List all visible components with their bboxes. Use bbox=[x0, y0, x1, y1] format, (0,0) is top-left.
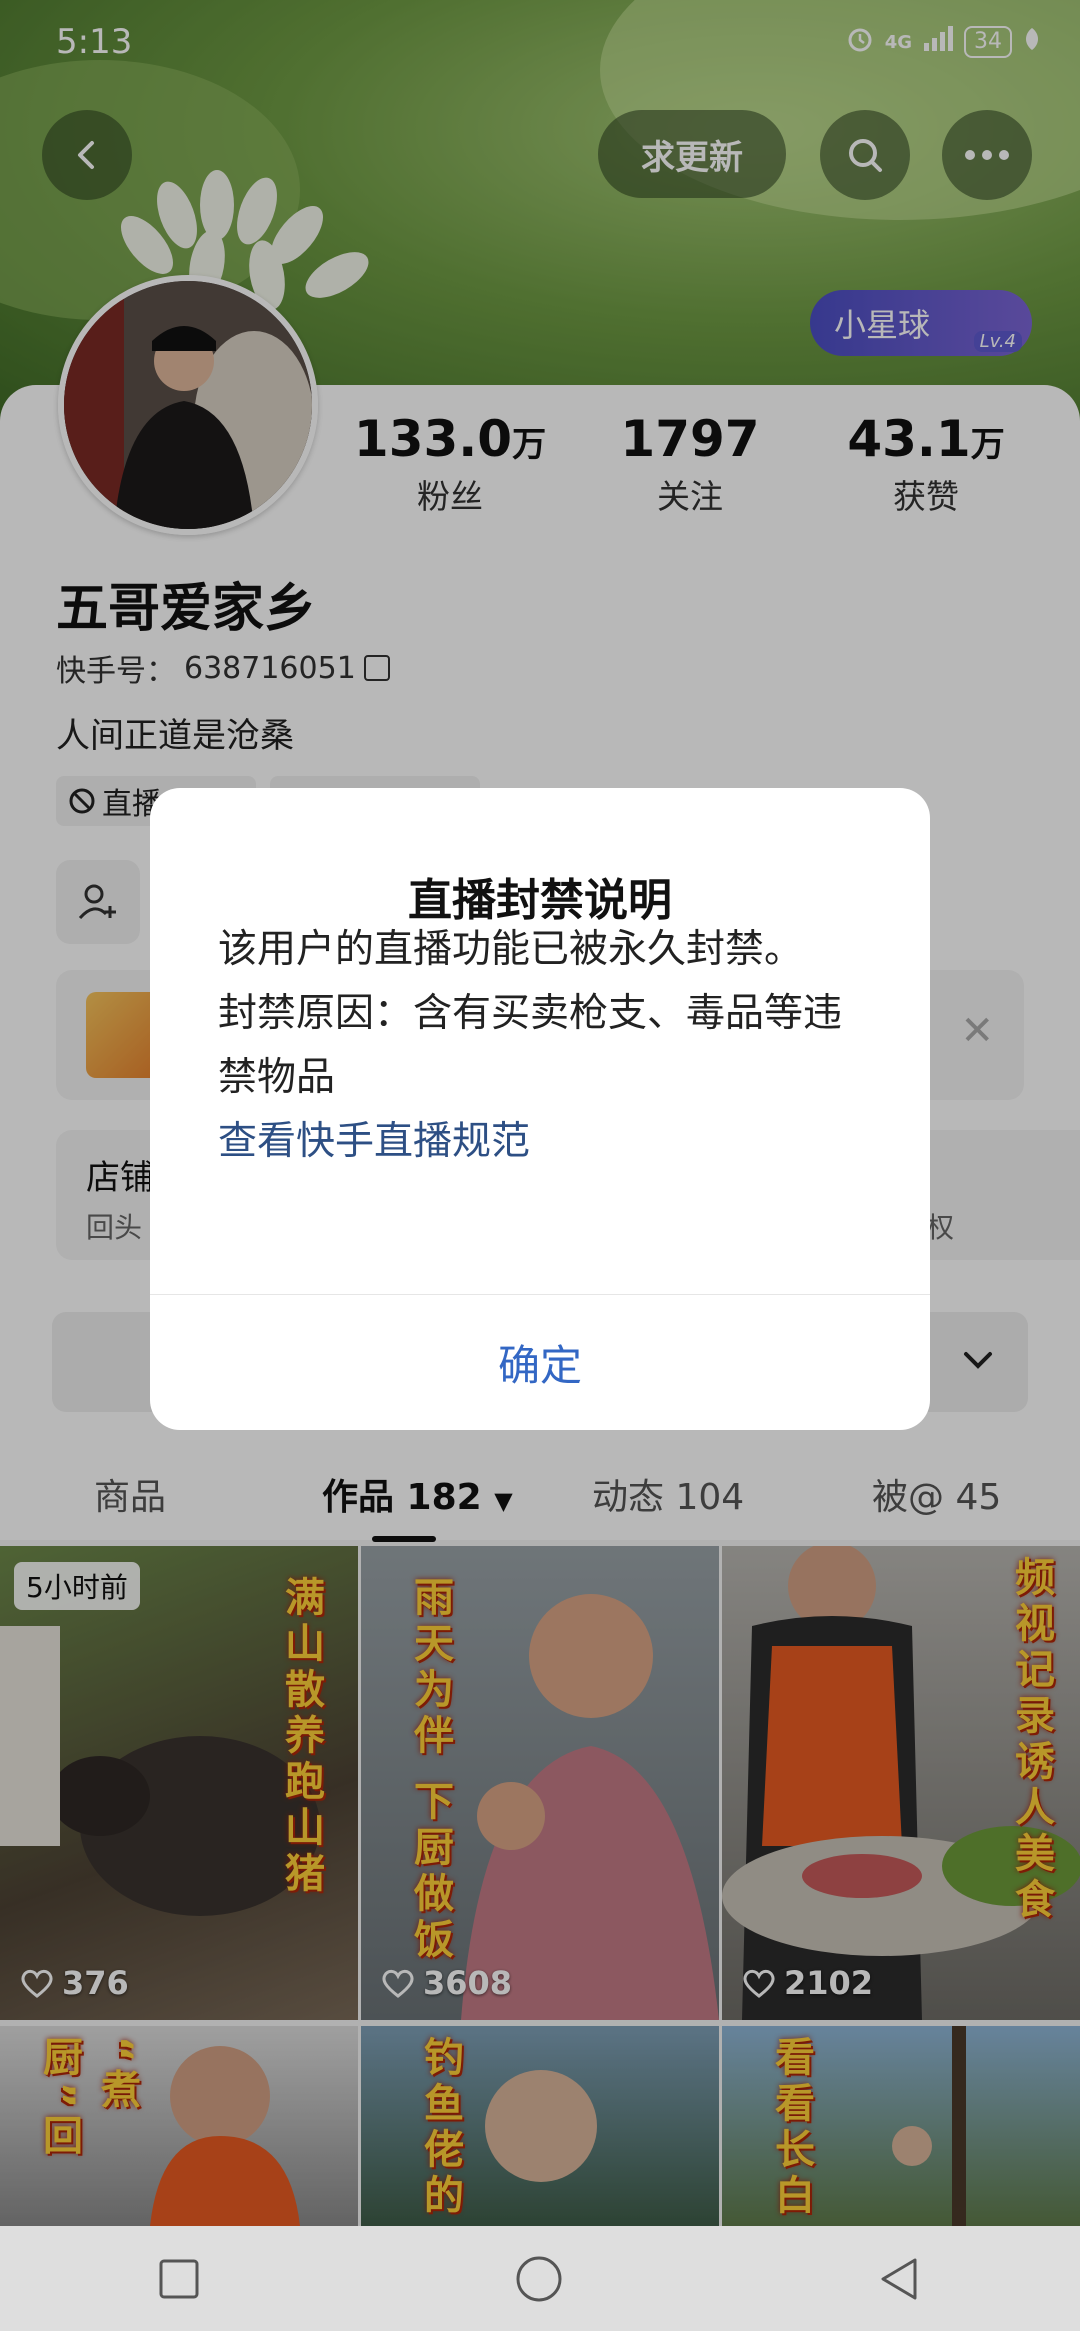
home-circle-icon[interactable] bbox=[514, 2254, 564, 2304]
system-nav-bar bbox=[0, 2226, 1080, 2331]
recents-square-icon[interactable] bbox=[157, 2257, 201, 2301]
dialog-ban-statement: 该用户的直播功能已被永久封禁。 bbox=[218, 927, 804, 972]
dialog-ban-reason: 封禁原因：含有买卖枪支、毒品等违禁物品 bbox=[218, 991, 843, 1100]
dialog-body: 该用户的直播功能已被永久封禁。 封禁原因：含有买卖枪支、毒品等违禁物品 查看快手… bbox=[218, 918, 858, 1174]
back-triangle-icon[interactable] bbox=[877, 2256, 923, 2302]
confirm-button[interactable]: 确定 bbox=[150, 1295, 930, 1430]
live-rules-link[interactable]: 查看快手直播规范 bbox=[218, 1110, 858, 1174]
live-ban-dialog: 直播封禁说明 该用户的直播功能已被永久封禁。 封禁原因：含有买卖枪支、毒品等违禁… bbox=[150, 788, 930, 1430]
